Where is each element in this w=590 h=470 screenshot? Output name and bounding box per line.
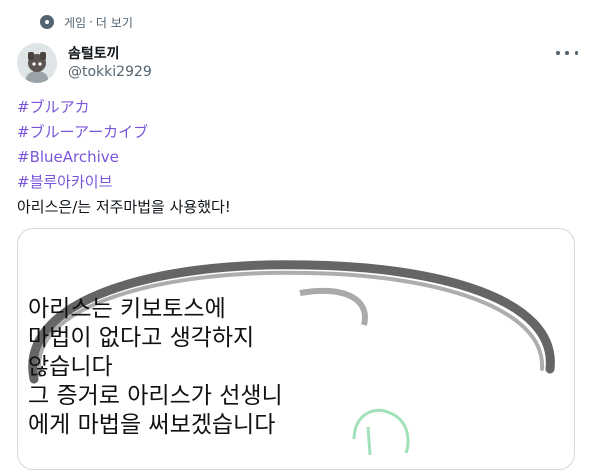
caption-line: 아리스는 키보토스에 [28, 296, 226, 322]
meme-caption: 아리스는 키보토스에 마법이 없다고 생각하지 않습니다 그 증거로 아리스가 … [28, 295, 283, 440]
author-handle[interactable]: @tokki2929 [68, 64, 152, 80]
caption-line: 에게 마법을 써보겠습니다 [28, 412, 276, 438]
caption-line: 마법이 없다고 생각하지 [28, 325, 255, 351]
context-separator: · [89, 15, 93, 29]
context-label: 게임 [64, 15, 87, 30]
more-options-icon[interactable] [556, 44, 578, 62]
avatar[interactable] [17, 43, 57, 83]
tweet-body: 아리스은/는 저주마법을 사용했다! [17, 198, 231, 216]
caption-line: 않습니다 [28, 354, 113, 380]
hashtag-link[interactable]: #ブルーアーカイブ [17, 123, 148, 141]
author-name[interactable]: 솜털토끼 [68, 43, 120, 63]
tweet-text: #ブルアカ #ブルーアーカイブ #BlueArchive #블루아카이브 아리스… [17, 95, 577, 220]
tweet-media-image[interactable]: 아리스는 키보토스에 마법이 없다고 생각하지 않습니다 그 증거로 아리스가 … [17, 228, 575, 470]
social-context: 게임 · 더 보기 [40, 12, 133, 32]
more-link[interactable]: 더 보기 [96, 14, 133, 31]
hashtag-link[interactable]: #BlueArchive [17, 148, 119, 166]
avatar-image [17, 43, 57, 83]
hashtag-link[interactable]: #ブルアカ [17, 98, 90, 116]
caption-line: 그 증거로 아리스가 선생니 [28, 383, 283, 409]
hashtag-link[interactable]: #블루아카이브 [17, 173, 112, 191]
pin-marker-icon [40, 15, 54, 29]
